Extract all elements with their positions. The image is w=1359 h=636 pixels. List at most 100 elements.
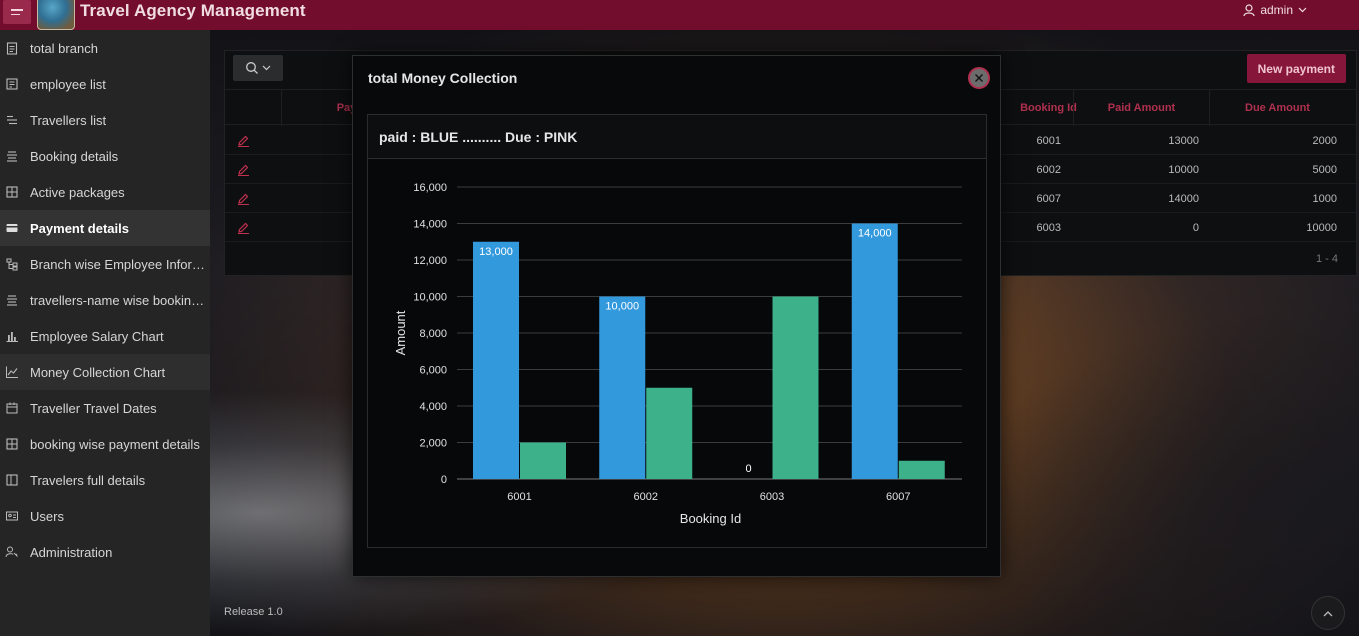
y-tick-label: 6,000 <box>419 365 447 377</box>
chevron-up-icon <box>1323 610 1333 616</box>
user-key-icon <box>5 545 19 559</box>
due-bar <box>898 460 945 479</box>
y-tick-label: 0 <box>441 474 447 486</box>
hierarchy-icon <box>5 257 19 271</box>
sidebar-item-label: Employee Salary Chart <box>30 328 164 344</box>
due-amount-cell: 10000 <box>1306 221 1337 234</box>
sidebar-item-label: Users <box>30 508 64 524</box>
card-icon <box>5 221 19 235</box>
due-bar <box>646 387 693 479</box>
y-tick-label: 8,000 <box>419 328 447 340</box>
search-button[interactable] <box>233 55 283 81</box>
sidebar-item-label: Payment details <box>30 220 129 236</box>
sidebar-item-booking-details[interactable]: Booking details <box>0 138 210 174</box>
edit-icon[interactable] <box>237 221 250 234</box>
y-axis-title: Amount <box>393 310 408 355</box>
paid-bar <box>851 223 898 479</box>
sidebar-item-users[interactable]: Users <box>0 498 210 534</box>
x-tick-label: 6003 <box>760 491 784 503</box>
booking-id-cell: 6002 <box>1036 163 1061 176</box>
sidebar-item-label: Traveller Travel Dates <box>30 400 157 416</box>
sidebar-item-label: total branch <box>30 40 98 56</box>
sidebar-item-money-collection-chart[interactable]: Money Collection Chart <box>0 354 210 390</box>
user-icon <box>1243 3 1255 16</box>
x-tick-label: 6007 <box>886 491 910 503</box>
sidebar-item-label: Booking details <box>30 148 119 164</box>
booking-id-cell: 6007 <box>1036 192 1061 205</box>
app-logo <box>37 0 75 30</box>
due-bar <box>772 296 819 479</box>
sidebar-item-administration[interactable]: Administration <box>0 534 210 570</box>
data-label: 0 <box>745 463 751 475</box>
edit-icon[interactable] <box>237 163 250 176</box>
due-amount-cell: 5000 <box>1312 163 1337 176</box>
sidebar-item-travelers-full-details[interactable]: Travelers full details <box>0 462 210 498</box>
y-tick-label: 4,000 <box>419 401 447 413</box>
sidebar-item-label: travellers-name wise booking info <box>30 292 210 308</box>
sidebar-item-booking-payment-details[interactable]: booking wise payment details <box>0 426 210 462</box>
search-icon <box>246 62 258 74</box>
sidebar-item-label: Money Collection Chart <box>30 364 166 380</box>
money-collection-dialog: total Money Collection paid : BLUE .....… <box>352 55 1001 577</box>
sidebar-item-branch-employee-info[interactable]: Branch wise Employee Information <box>0 246 210 282</box>
chevron-down-icon <box>1298 7 1307 13</box>
chart-region: paid : BLUE .......... Due : PINK 0 2,000… <box>367 114 987 548</box>
chevron-down-icon <box>262 65 271 71</box>
sidebar-item-payment-details[interactable]: Payment details <box>0 210 210 246</box>
lines-icon <box>5 293 19 307</box>
y-tick-label: 10,000 <box>413 292 447 304</box>
grid-icon <box>5 437 19 451</box>
column-header-due-amount[interactable]: Due Amount <box>1209 90 1345 126</box>
app-title: Travel Agency Management <box>80 1 306 20</box>
sidebar-item-label: Travelers full details <box>30 472 146 488</box>
due-amount-cell: 2000 <box>1312 134 1337 147</box>
id-card-icon <box>5 77 19 91</box>
sidebar-item-travellers-name-booking[interactable]: travellers-name wise booking info <box>0 282 210 318</box>
id-badge-icon <box>5 509 19 523</box>
edit-icon[interactable] <box>237 134 250 147</box>
user-name: admin <box>1260 3 1293 17</box>
sidebar-item-total-branch[interactable]: total branch <box>0 30 210 66</box>
booking-id-cell: 6003 <box>1036 221 1061 234</box>
sidebar-item-traveller-travel-dates[interactable]: Traveller Travel Dates <box>0 390 210 426</box>
paid-amount-cell: 0 <box>1192 221 1199 234</box>
due-amount-cell: 1000 <box>1312 192 1337 205</box>
y-tick-label: 2,000 <box>419 438 447 450</box>
chart-region-title: paid : BLUE .......... Due : PINK <box>379 129 578 145</box>
paid-bar <box>599 296 646 479</box>
columns-icon <box>5 473 19 487</box>
data-label: 10,000 <box>605 301 639 313</box>
scroll-to-top-button[interactable] <box>1311 596 1345 630</box>
sidebar-item-travellers-list[interactable]: Travellers list <box>0 102 210 138</box>
y-tick-label: 12,000 <box>413 255 447 267</box>
user-menu[interactable]: admin <box>1243 3 1307 17</box>
close-icon <box>975 74 983 82</box>
data-label: 13,000 <box>479 246 513 258</box>
sidebar-item-employee-salary-chart[interactable]: Employee Salary Chart <box>0 318 210 354</box>
edit-icon[interactable] <box>237 192 250 205</box>
due-bar <box>520 442 566 479</box>
paid-amount-cell: 13000 <box>1168 134 1199 147</box>
calendar-icon <box>5 401 19 415</box>
close-button[interactable] <box>968 67 990 89</box>
sidebar-item-active-packages[interactable]: Active packages <box>0 174 210 210</box>
x-tick-label: 6002 <box>634 491 658 503</box>
column-header-paid-amount[interactable]: Paid Amount <box>1073 90 1209 126</box>
sidebar-item-employee-list[interactable]: employee list <box>0 66 210 102</box>
chart-region-header: paid : BLUE .......... Due : PINK <box>368 115 986 159</box>
y-tick-label: 16,000 <box>413 182 447 194</box>
new-payment-button[interactable]: New payment <box>1246 54 1346 83</box>
background-shadow <box>959 310 1359 636</box>
x-tick-label: 6001 <box>507 491 531 503</box>
x-axis-title: Booking Id <box>680 511 741 526</box>
paid-amount-cell: 14000 <box>1168 192 1199 205</box>
clipboard-icon <box>5 41 19 55</box>
sidebar-item-label: Branch wise Employee Information <box>30 256 210 272</box>
sidebar-item-label: employee list <box>30 76 106 92</box>
grid-icon <box>5 185 19 199</box>
bar-chart-icon <box>5 329 19 343</box>
booking-id-cell: 6001 <box>1036 134 1061 147</box>
sidebar-item-label: Travellers list <box>30 112 107 128</box>
hamburger-icon[interactable] <box>3 0 31 24</box>
data-label: 14,000 <box>858 228 892 240</box>
